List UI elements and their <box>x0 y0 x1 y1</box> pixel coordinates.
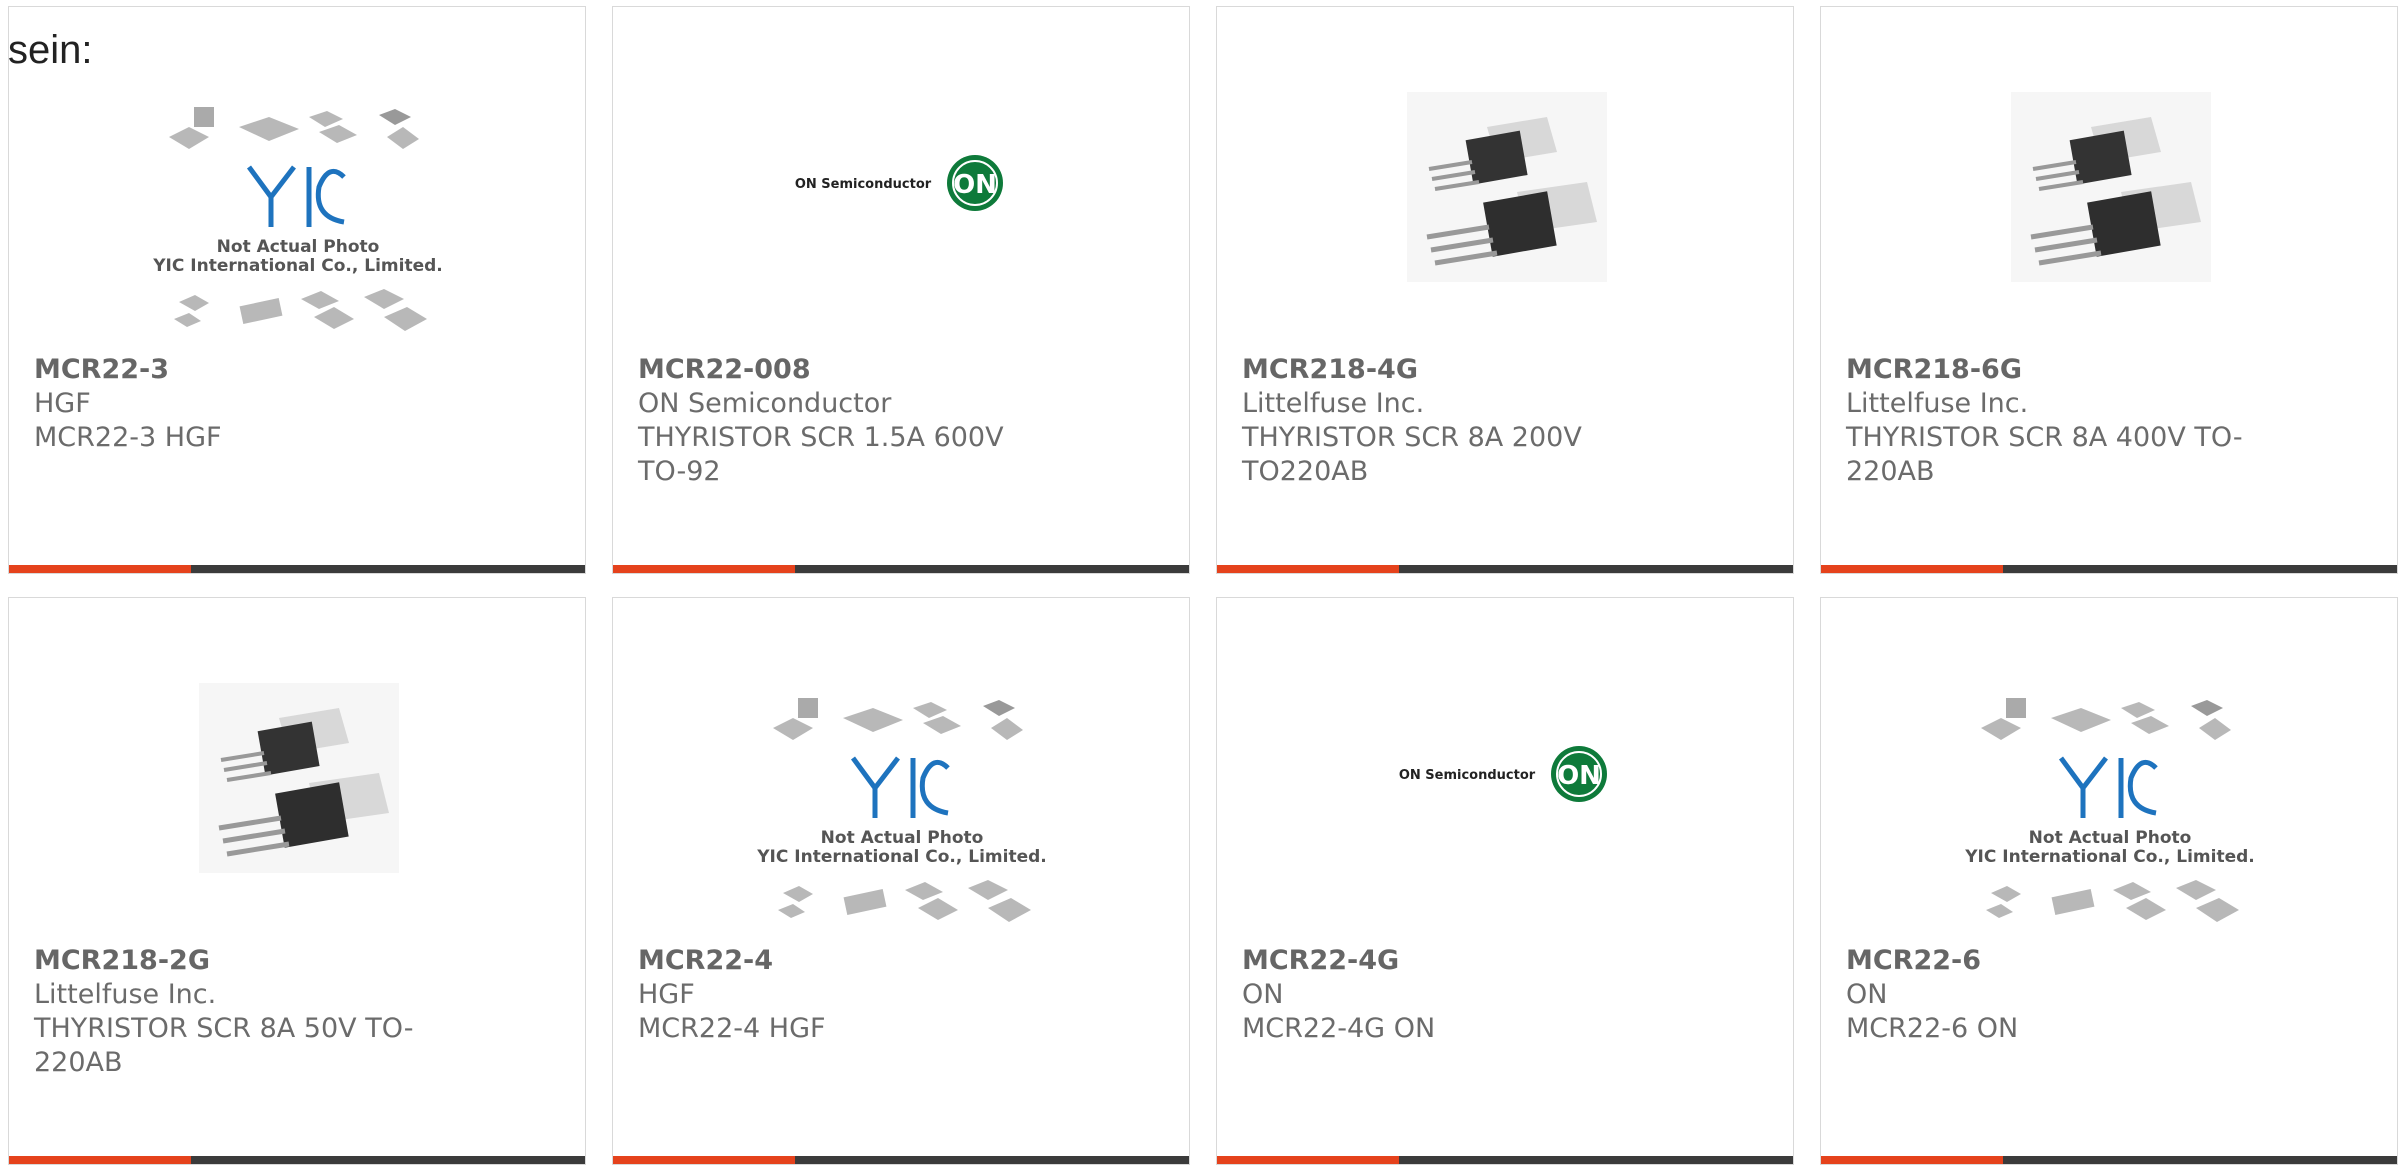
part-number[interactable]: MCR218-4G <box>1242 352 1662 387</box>
description: THYRISTOR SCR 8A 400V TO-220AB <box>1846 422 2243 487</box>
description: THYRISTOR SCR 8A 200V TO220AB <box>1242 422 1582 487</box>
card-bar-accent <box>1217 565 1399 573</box>
part-number[interactable]: MCR22-008 <box>638 352 1058 387</box>
card-bottom-bar <box>1821 1156 2397 1164</box>
yic-placeholder-image: Not Actual Photo YIC International Co., … <box>756 698 1047 922</box>
product-card[interactable]: MCR218-4G Littelfuse Inc. THYRISTOR SCR … <box>1216 6 1794 574</box>
card-bar-accent <box>9 565 191 573</box>
product-card[interactable]: Not Actual Photo YIC International Co., … <box>8 6 586 574</box>
part-number[interactable]: MCR218-2G <box>34 943 454 978</box>
yic-caption-2: YIC International Co., Limited. <box>1964 847 2255 867</box>
card-bar-accent <box>9 1156 191 1164</box>
on-semi-logo-text: ON Semiconductor <box>795 177 932 192</box>
card-bottom-bar <box>9 1156 585 1164</box>
card-bottom-bar <box>1217 1156 1793 1164</box>
product-card[interactable]: Not Actual Photo YIC International Co., … <box>612 597 1190 1165</box>
on-semi-logo-image: ON Semiconductor ON <box>1399 746 1607 802</box>
manufacturer: ON <box>1242 979 1284 1010</box>
part-number[interactable]: MCR22-3 <box>34 352 454 387</box>
yic-placeholder-image: Not Actual Photo YIC International Co., … <box>1964 698 2255 922</box>
product-card[interactable]: MCR218-2G Littelfuse Inc. THYRISTOR SCR … <box>8 597 586 1165</box>
description: MCR22-3 HGF <box>34 422 222 453</box>
description: MCR22-4G ON <box>1242 1013 1436 1044</box>
card-bottom-bar <box>1217 565 1793 573</box>
on-semi-logo-text: ON Semiconductor <box>1399 768 1536 783</box>
card-bottom-bar <box>613 565 1189 573</box>
manufacturer: ON <box>1846 979 1888 1010</box>
product-card[interactable]: MCR218-6G Littelfuse Inc. THYRISTOR SCR … <box>1820 6 2398 574</box>
to220-photo-image <box>1407 92 1607 282</box>
card-bottom-bar <box>9 565 585 573</box>
product-card[interactable]: ON Semiconductor ON MCR22-4G ON MCR22-4G… <box>1216 597 1794 1165</box>
part-number[interactable]: MCR22-4 <box>638 943 1058 978</box>
product-grid: Not Actual Photo YIC International Co., … <box>0 0 2400 1165</box>
description: MCR22-4 HGF <box>638 1013 826 1044</box>
intro-text: sein: <box>8 28 93 72</box>
on-semi-logo-image: ON Semiconductor ON <box>795 155 1003 211</box>
manufacturer: Littelfuse Inc. <box>1242 388 1425 419</box>
yic-placeholder-image: Not Actual Photo YIC International Co., … <box>152 107 443 331</box>
card-bottom-bar <box>613 1156 1189 1164</box>
yic-caption-1: Not Actual Photo <box>821 828 984 848</box>
manufacturer: Littelfuse Inc. <box>34 979 217 1010</box>
to220-photo-image <box>2011 92 2211 282</box>
card-bar-accent <box>613 1156 795 1164</box>
card-bar-accent <box>613 565 795 573</box>
product-card[interactable]: Not Actual Photo YIC International Co., … <box>1820 597 2398 1165</box>
part-number[interactable]: MCR218-6G <box>1846 352 2266 387</box>
manufacturer: Littelfuse Inc. <box>1846 388 2029 419</box>
manufacturer: HGF <box>638 979 695 1010</box>
card-bar-accent <box>1821 1156 2003 1164</box>
yic-caption-1: Not Actual Photo <box>217 237 380 257</box>
card-bar-accent <box>1821 565 2003 573</box>
part-number[interactable]: MCR22-6 <box>1846 943 2266 978</box>
description: MCR22-6 ON <box>1846 1013 2019 1044</box>
card-bottom-bar <box>1821 565 2397 573</box>
description: THYRISTOR SCR 8A 50V TO-220AB <box>34 1013 414 1078</box>
part-number[interactable]: MCR22-4G <box>1242 943 1662 978</box>
card-bar-accent <box>1217 1156 1399 1164</box>
yic-caption-2: YIC International Co., Limited. <box>756 847 1047 867</box>
manufacturer: HGF <box>34 388 91 419</box>
product-card[interactable]: ON Semiconductor ON MCR22-008 ON Semicon… <box>612 6 1190 574</box>
on-logo-badge: ON <box>953 170 997 200</box>
to220-photo-image <box>199 683 399 873</box>
description: THYRISTOR SCR 1.5A 600V TO-92 <box>638 422 1004 487</box>
yic-caption-2: YIC International Co., Limited. <box>152 256 443 276</box>
on-logo-badge: ON <box>1557 761 1601 791</box>
manufacturer: ON Semiconductor <box>638 388 892 419</box>
yic-caption-1: Not Actual Photo <box>2029 828 2192 848</box>
